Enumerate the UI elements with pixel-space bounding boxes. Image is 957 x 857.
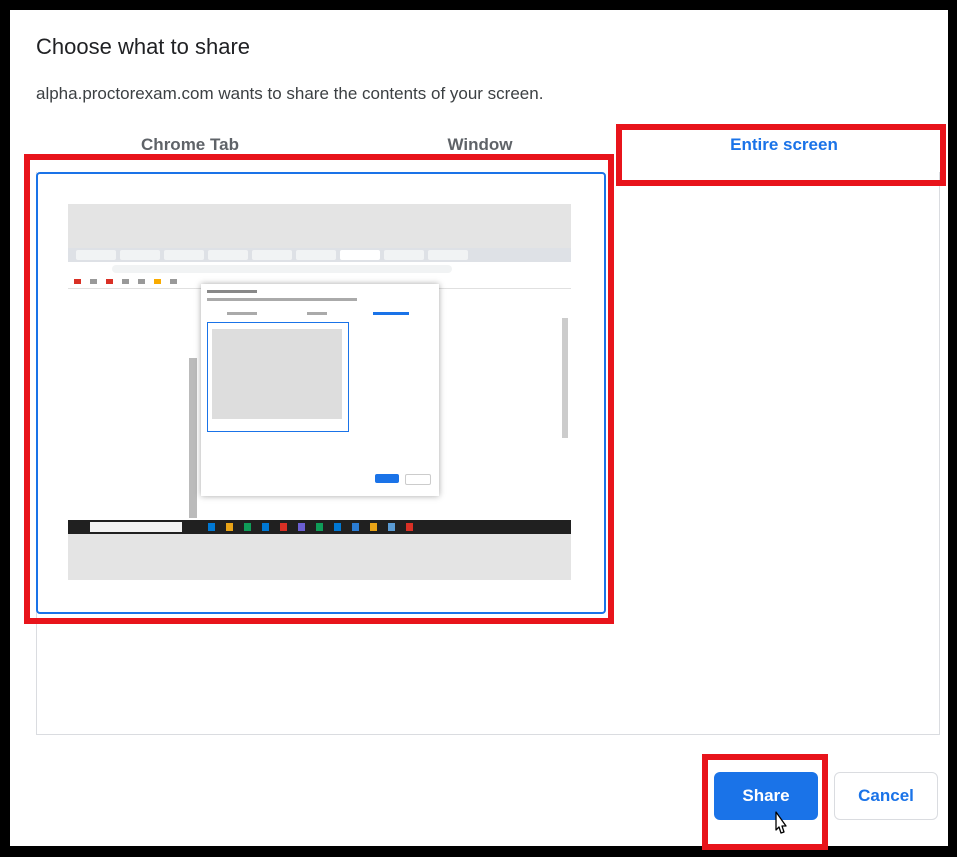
entire-screen-source-tile[interactable] <box>36 172 606 614</box>
thumbnail-browser-window <box>68 248 571 520</box>
cancel-button[interactable]: Cancel <box>834 772 938 820</box>
tab-chrome-tab[interactable]: Chrome Tab <box>90 134 290 162</box>
share-button[interactable]: Share <box>714 772 818 820</box>
thumbnail-taskbar <box>68 520 571 534</box>
tab-window[interactable]: Window <box>390 134 570 162</box>
dialog-subtitle: alpha.proctorexam.com wants to share the… <box>36 84 544 103</box>
share-screen-dialog: Choose what to share alpha.proctorexam.c… <box>10 10 948 846</box>
mouse-pointer-icon <box>775 811 787 834</box>
dialog-title: Choose what to share <box>36 34 251 59</box>
tab-entire-screen[interactable]: Entire screen <box>628 134 940 162</box>
screen-thumbnail <box>68 204 571 580</box>
